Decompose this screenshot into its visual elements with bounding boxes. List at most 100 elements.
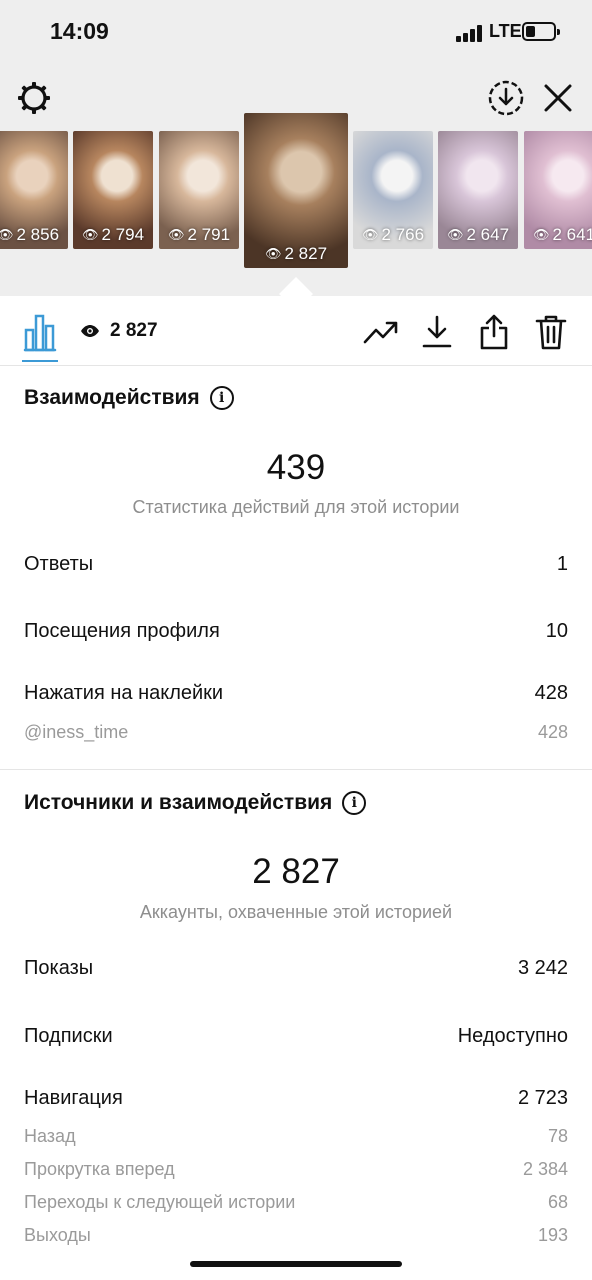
discovery-title: Источники и взаимодействия <box>24 791 333 814</box>
story-thumbnail[interactable]: 👁 2 766 <box>353 131 433 249</box>
delete-button[interactable] <box>531 312 571 352</box>
row-value: 78 <box>547 1126 568 1146</box>
discovery-subtitle: Аккаунты, охваченные этой историей <box>139 902 453 922</box>
eye-icon: 👁 <box>81 227 99 242</box>
story-views: 👁 2 647 <box>438 225 518 245</box>
download-button[interactable] <box>417 312 457 352</box>
info-icon[interactable]: i <box>209 386 234 410</box>
discovery-heading: Источники и взаимодействия i <box>24 791 367 815</box>
status-bar: 14:09 LTE <box>0 0 592 64</box>
story-thumbnail[interactable]: 👁 2 794 <box>73 131 153 249</box>
views-total-value: 2 827 <box>110 320 158 341</box>
interactions-title: Взаимодействия <box>24 386 200 409</box>
row-label: Посещения профиля <box>24 620 220 642</box>
row-value: 68 <box>547 1192 568 1212</box>
discovery-row: Показы 3 242 <box>24 957 568 980</box>
row-label: Переходы к следующей истории <box>24 1192 296 1212</box>
story-views: 👁 2 794 <box>73 225 153 245</box>
eye-icon: 👁 <box>446 227 464 242</box>
info-icon[interactable]: i <box>342 791 367 815</box>
navigation-row: Переходы к следующей истории 68 <box>24 1192 568 1213</box>
row-label: Ответы <box>24 553 94 575</box>
navigation-row: Назад 78 <box>24 1126 568 1147</box>
story-views-value: 2 827 <box>284 244 328 263</box>
row-value: 2 384 <box>522 1159 568 1179</box>
eye-icon: 👁 <box>167 227 185 242</box>
active-tab-indicator <box>22 360 58 362</box>
row-value: 193 <box>537 1225 568 1245</box>
row-label: Выходы <box>24 1225 91 1245</box>
story-thumbnail[interactable]: 👁 2 856 <box>0 131 68 249</box>
story-views: 👁 2 766 <box>353 225 433 245</box>
story-views: 👁 2 827 <box>244 244 348 264</box>
discovery-total: 2 827 <box>252 852 340 891</box>
share-button[interactable] <box>474 312 514 352</box>
close-icon <box>544 84 572 112</box>
story-views: 👁 2 791 <box>159 225 239 245</box>
eye-icon <box>81 325 99 337</box>
trash-icon <box>535 315 567 350</box>
eye-icon: 👁 <box>361 227 379 242</box>
row-label: Прокрутка вперед <box>24 1159 175 1179</box>
close-button[interactable] <box>538 78 578 118</box>
row-value: 428 <box>534 682 568 704</box>
signal-icon <box>456 24 484 42</box>
story-thumbnail[interactable]: 👁 2 647 <box>438 131 518 249</box>
save-story-button[interactable] <box>486 78 526 118</box>
story-views-value: 2 766 <box>381 225 425 244</box>
story-views-value: 2 856 <box>16 225 60 244</box>
row-label: Назад <box>24 1126 76 1146</box>
story-thumbnail[interactable]: 👁 2 641 <box>524 131 592 249</box>
navigation-row: Прокрутка вперед 2 384 <box>24 1159 568 1180</box>
discovery-row: Навигация 2 723 <box>24 1087 568 1110</box>
share-icon <box>480 314 508 350</box>
navigation-row: Выходы 193 <box>24 1225 568 1246</box>
home-indicator[interactable] <box>190 1261 402 1267</box>
trending-up-icon <box>363 321 398 344</box>
row-label: Навигация <box>24 1087 123 1109</box>
eye-icon: 👁 <box>264 246 282 261</box>
sticker-row[interactable]: @iness_time 428 <box>24 722 568 743</box>
bar-chart-icon <box>23 314 57 352</box>
interactions-heading: Взаимодействия i <box>24 386 234 410</box>
interactions-total: 439 <box>266 448 326 487</box>
story-views-value: 2 641 <box>552 225 592 244</box>
section-divider <box>0 769 592 770</box>
story-views: 👁 2 641 <box>524 225 592 245</box>
network-label: LTE <box>489 21 522 41</box>
insights-toolbar: 2 827 <box>0 296 592 366</box>
story-views-value: 2 794 <box>101 225 145 244</box>
story-thumbnails: 👁 2 856 👁 2 794 👁 2 791 👁 2 827 👁 2 766 👁 2 647 👁 2 6… <box>0 113 592 273</box>
sticker-value: 428 <box>537 722 568 742</box>
interactions-subtitle: Статистика действий для этой истории <box>132 497 460 517</box>
story-preview-area: 14:09 LTE 👁 2 856 👁 2 794 👁 2 791 👁 2 82… <box>0 0 592 296</box>
row-value: 1 <box>556 553 568 575</box>
story-thumbnail[interactable]: 👁 2 827 <box>244 113 348 268</box>
settings-button[interactable] <box>14 78 54 118</box>
gear-icon <box>18 82 50 114</box>
interaction-row: Посещения профиля 10 <box>24 620 568 643</box>
row-label: Показы <box>24 957 94 979</box>
row-value: Недоступно <box>457 1025 568 1047</box>
story-views-value: 2 791 <box>187 225 231 244</box>
row-value: 3 242 <box>517 957 568 979</box>
eye-icon: 👁 <box>0 227 14 242</box>
discovery-row: Подписки Недоступно <box>24 1025 568 1048</box>
interaction-row: Ответы 1 <box>24 553 568 576</box>
row-label: Подписки <box>24 1025 113 1047</box>
battery-icon <box>522 22 560 41</box>
views-total: 2 827 <box>80 320 158 342</box>
row-value: 10 <box>545 620 568 642</box>
promote-button[interactable] <box>361 312 401 352</box>
interaction-row: Нажатия на наклейки 428 <box>24 682 568 705</box>
story-views: 👁 2 856 <box>0 225 68 245</box>
story-thumbnail[interactable]: 👁 2 791 <box>159 131 239 249</box>
row-value: 2 723 <box>517 1087 568 1109</box>
story-views-value: 2 647 <box>466 225 510 244</box>
row-label: Нажатия на наклейки <box>24 682 224 704</box>
insights-tab[interactable] <box>22 312 58 352</box>
eye-icon: 👁 <box>532 227 550 242</box>
sticker-label: @iness_time <box>24 722 129 742</box>
download-icon <box>422 315 452 348</box>
status-time: 14:09 <box>50 18 109 44</box>
